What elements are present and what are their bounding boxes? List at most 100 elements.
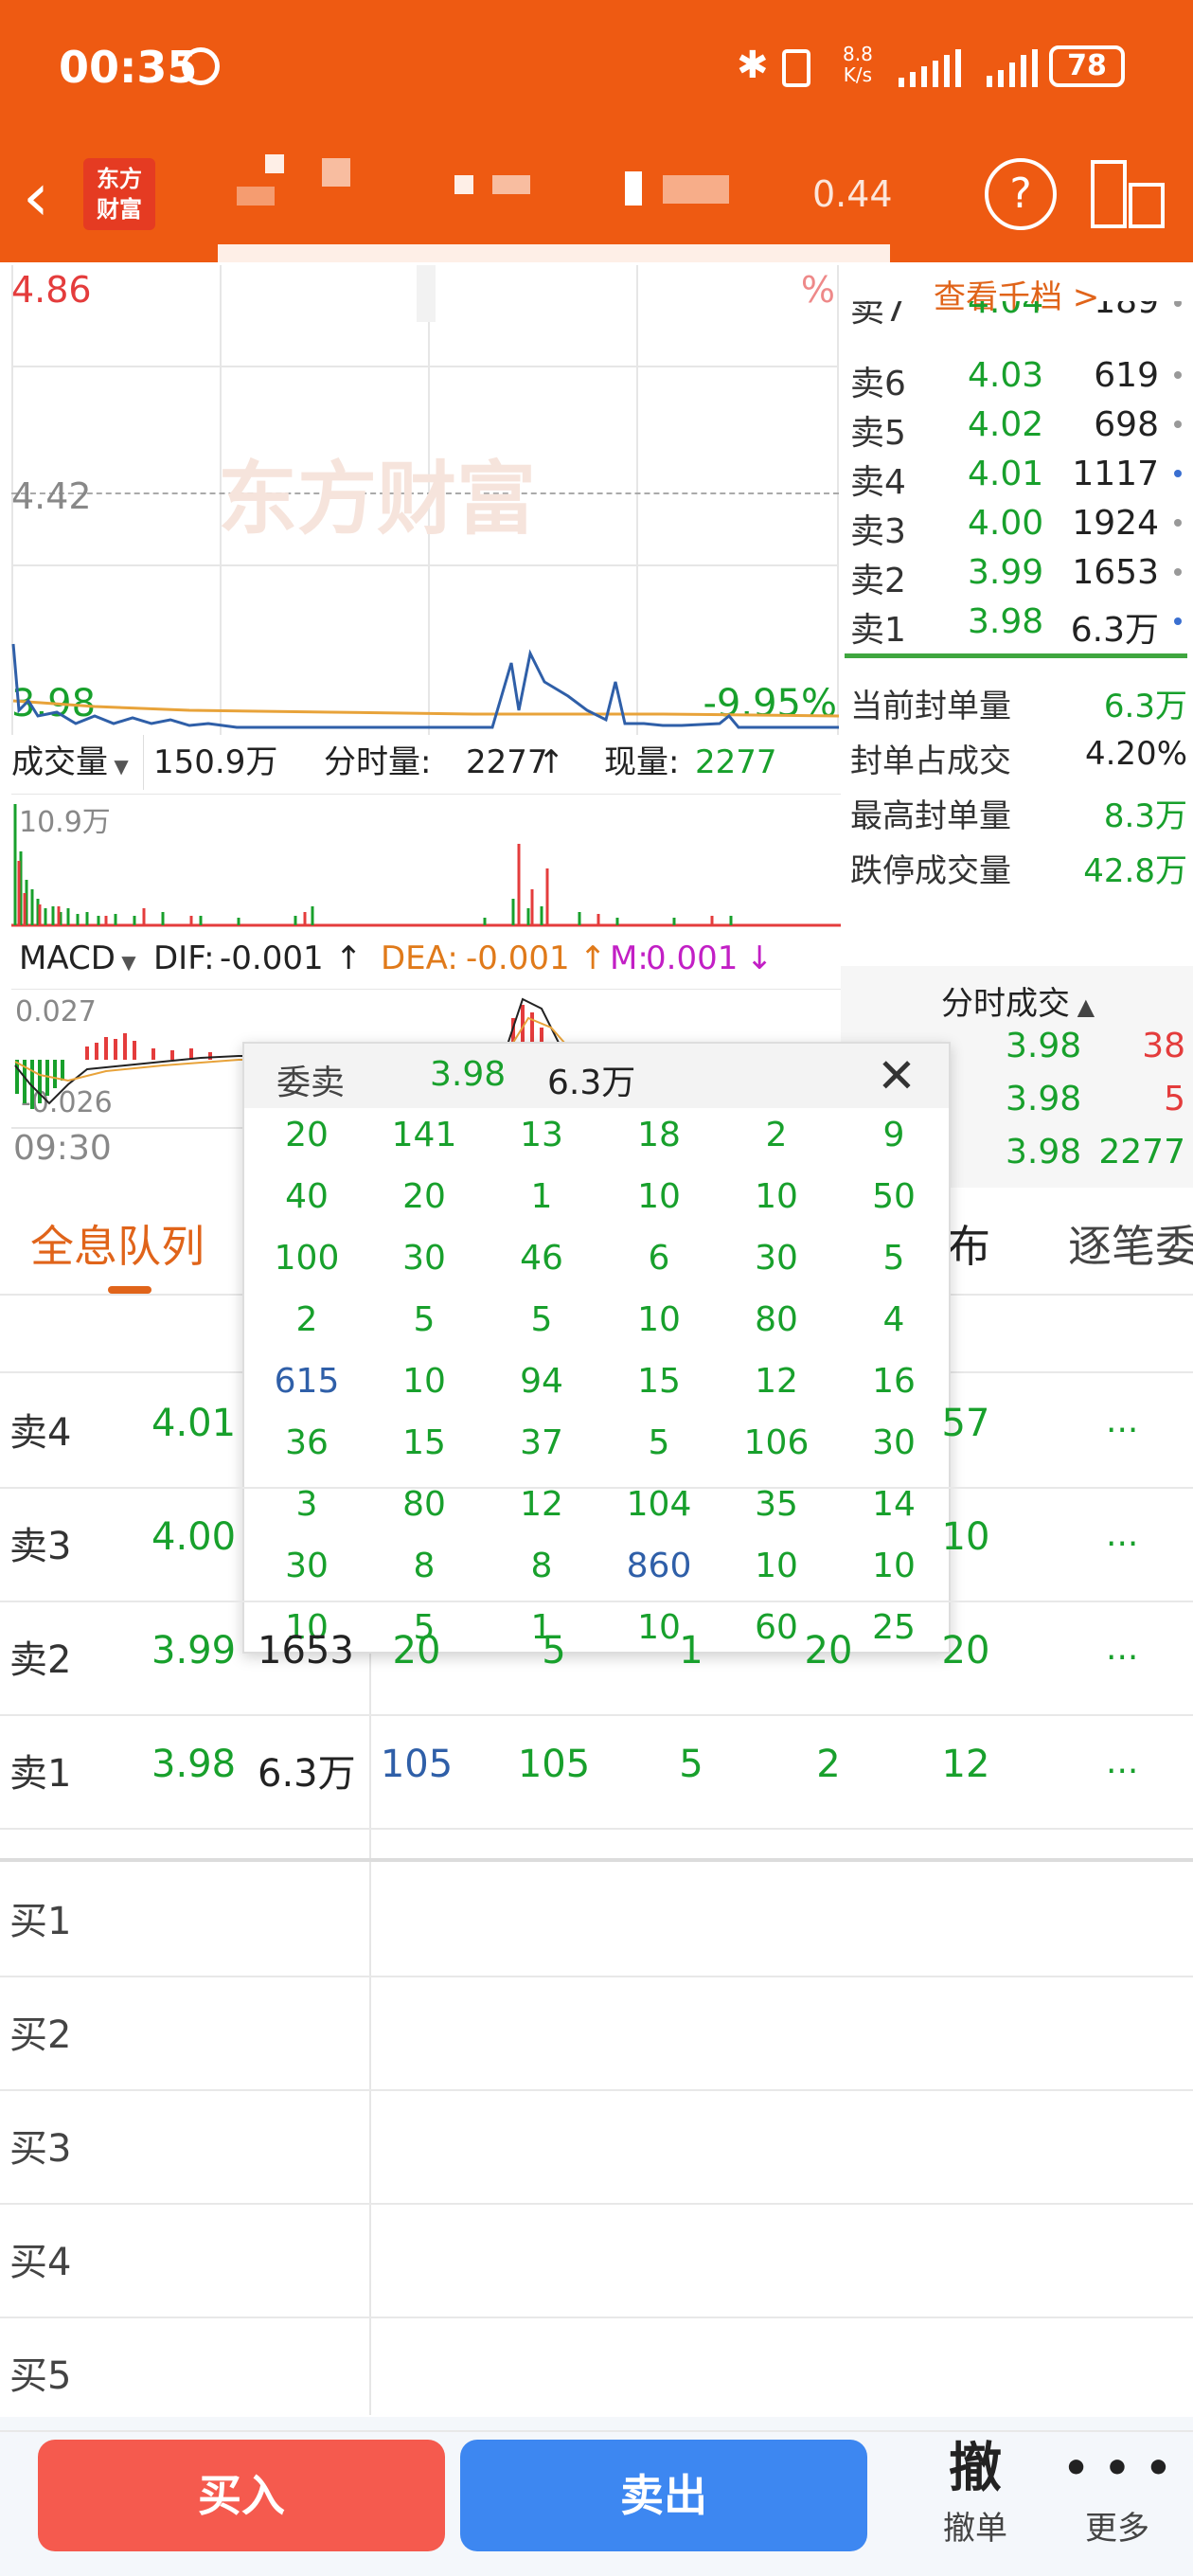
order-book-row[interactable]: 卖5 4.02 698 xyxy=(841,400,1193,453)
queue-row-more[interactable]: ... xyxy=(1106,1515,1138,1554)
order-book-volume: 1924 xyxy=(1072,504,1159,543)
seal-stat-value: 6.3万 xyxy=(1103,688,1187,725)
buy-queue-label: 买2 xyxy=(9,2013,72,2057)
popup-order-size: 10 xyxy=(637,1177,681,1216)
popup-order-size: 80 xyxy=(755,1300,798,1339)
order-book-row[interactable]: 卖4 4.01 1117 xyxy=(841,449,1193,502)
queue-order-size: 2 xyxy=(816,1743,841,1786)
more-icon: • • • xyxy=(1062,2444,1172,2493)
close-icon[interactable]: ✕ xyxy=(877,1049,917,1102)
net-speed-value: 8.8 xyxy=(843,43,873,65)
queue-row[interactable]: 卖3 4.00 10... xyxy=(0,1489,1193,1602)
logo-text-2: 财富 xyxy=(97,196,142,223)
popup-order-size: 20 xyxy=(402,1177,446,1216)
price-chart[interactable]: 东方财富 4.86 % 4.42 3.98 -9.95% xyxy=(0,265,841,735)
queue-row-label: 卖1 xyxy=(9,1752,72,1796)
sort-up-icon: ▲ xyxy=(1070,993,1095,1020)
seal-stat-row: 封单占成交 4.20% xyxy=(850,735,1187,786)
queue-row-price: 4.00 xyxy=(151,1515,237,1559)
time-start-label: 09:30 xyxy=(13,1129,112,1168)
seal-stat-value: 4.20% xyxy=(1084,735,1187,773)
tab-distribution[interactable]: 布 xyxy=(947,1212,990,1275)
volume-selector[interactable]: 成交量 ▼ xyxy=(11,735,144,790)
help-icon[interactable]: ? xyxy=(985,158,1057,230)
macd-selector[interactable]: MACD ▼ xyxy=(19,932,159,985)
popup-order-size: 9 xyxy=(882,1116,905,1154)
sell-buy-divider xyxy=(0,1858,1193,1862)
more-button[interactable]: • • • 更多 xyxy=(1051,2436,1184,2568)
tab-full-queue[interactable]: 全息队列 xyxy=(30,1212,205,1275)
seal-stat-value: 8.3万 xyxy=(1103,797,1187,835)
price-line-svg xyxy=(11,643,840,729)
cancel-order-button[interactable]: 撤 撤单 xyxy=(909,2436,1042,2568)
redaction-mark xyxy=(417,265,436,322)
status-bar: 00:35 ✱ 8.8 K/s 78 xyxy=(0,0,1193,137)
trade-volume: 5 xyxy=(1164,1080,1185,1118)
order-book-row[interactable]: 卖6 4.03 619 xyxy=(841,350,1193,403)
battery-level: 78 xyxy=(1067,49,1107,82)
seal-stat-row: 跌停成交量 42.8万 xyxy=(850,845,1187,896)
queue-order-size: 10 xyxy=(941,1515,990,1559)
popup-order-size: 4 xyxy=(882,1300,905,1339)
order-book-row[interactable]: 卖7 4.04 189 xyxy=(841,301,1193,333)
order-book-label: 卖5 xyxy=(850,414,906,453)
order-book-label: 卖3 xyxy=(850,512,906,551)
sell-button[interactable]: 卖出 xyxy=(460,2440,867,2551)
popup-order-size: 46 xyxy=(520,1239,563,1278)
battery-icon: 78 xyxy=(1049,45,1125,87)
back-icon[interactable]: ‹ xyxy=(23,164,49,230)
buy-queue-label: 买4 xyxy=(9,2241,72,2284)
order-book-label: 卖4 xyxy=(850,463,906,502)
buy-queue-label: 买3 xyxy=(9,2127,72,2171)
cancel-order-label: 撤单 xyxy=(943,2510,1007,2548)
m-label: M: xyxy=(610,939,649,977)
queue-row[interactable]: 卖4 4.01 57... xyxy=(0,1375,1193,1489)
app-logo: 东方 财富 xyxy=(83,158,155,230)
volume-selector-label: 成交量 xyxy=(11,743,108,781)
trades-title-text: 分时成交 xyxy=(941,985,1070,1023)
popup-order-size: 40 xyxy=(285,1177,329,1216)
queue-row-price: 4.01 xyxy=(151,1402,237,1445)
order-book-label: 卖6 xyxy=(850,365,906,403)
popup-order-size: 1 xyxy=(530,1177,553,1216)
dif-label: DIF: xyxy=(153,939,215,977)
current-volume-value: 2277 xyxy=(695,743,777,781)
order-dot-icon xyxy=(1174,568,1182,576)
order-book-price: 4.02 xyxy=(968,405,1044,444)
bottom-bar: 买入 卖出 撤 撤单 • • • 更多 xyxy=(0,2417,1193,2576)
order-dot-icon xyxy=(1174,420,1182,428)
seal-stat-value: 42.8万 xyxy=(1083,852,1187,890)
queue-row-more[interactable]: ... xyxy=(1106,1402,1138,1440)
queue-row-more[interactable]: ... xyxy=(1106,1629,1138,1668)
order-book-row[interactable]: 卖1 3.98 6.3万 xyxy=(841,597,1193,650)
queue-order-size: 5 xyxy=(679,1743,703,1786)
tab-tick-by-tick[interactable]: 逐笔委 xyxy=(1068,1212,1193,1275)
m-value: 0.001 xyxy=(646,939,739,977)
queue-row-price: 3.99 xyxy=(151,1629,237,1673)
order-book-label: 卖1 xyxy=(850,611,906,650)
queue-row[interactable]: 卖2 3.99 1653 20 5 1 20 20... xyxy=(0,1602,1193,1716)
trade-price: 3.98 xyxy=(1006,1080,1082,1118)
tab-label: 全息队列 xyxy=(30,1221,205,1272)
trades-title[interactable]: 分时成交 ▲ xyxy=(941,977,1095,1024)
bluetooth-icon: ✱ xyxy=(737,44,769,87)
queue-row-more[interactable]: ... xyxy=(1106,1743,1138,1781)
popup-order-size: 10 xyxy=(755,1177,798,1216)
signal-icon xyxy=(895,49,965,87)
buy-button[interactable]: 买入 xyxy=(38,2440,445,2551)
volume-chart[interactable]: 10.9万 xyxy=(11,794,841,930)
order-book-row[interactable]: 卖3 4.00 1924 xyxy=(841,498,1193,551)
tick-volume-label: 分时量: xyxy=(324,743,432,781)
cancel-order-icon: 撤 xyxy=(949,2438,1002,2499)
order-book-label: 卖2 xyxy=(850,562,906,600)
queue-row-price: 3.98 xyxy=(151,1743,237,1786)
order-dot-icon xyxy=(1174,301,1182,307)
popup-order-size: 5 xyxy=(882,1239,905,1278)
landscape-icon[interactable] xyxy=(1089,158,1166,230)
queue-order-size: 105 xyxy=(517,1743,591,1786)
divider xyxy=(0,2089,1193,2091)
queue-row[interactable]: 卖1 3.98 6.3万 105 105 5 2 12... xyxy=(0,1716,1193,1830)
buy-button-label: 买入 xyxy=(198,2470,285,2521)
order-book-row[interactable]: 卖2 3.99 1653 xyxy=(841,547,1193,600)
order-dot-icon xyxy=(1174,371,1182,379)
